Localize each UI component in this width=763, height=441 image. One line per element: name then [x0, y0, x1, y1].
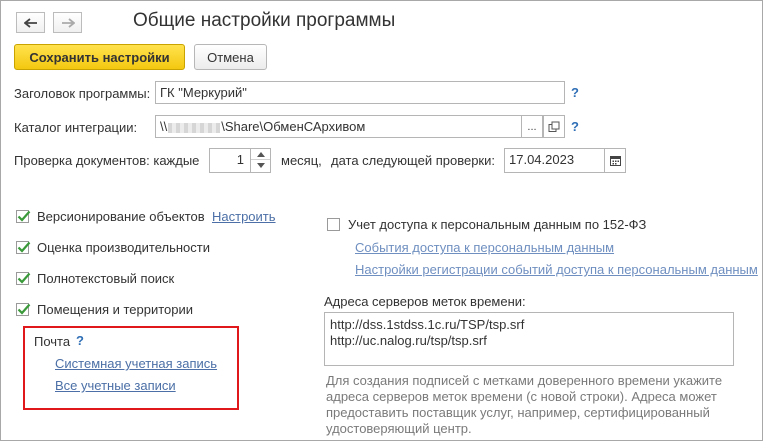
- chevron-up-icon: [256, 151, 265, 157]
- catalog-path-redacted: [168, 122, 221, 133]
- versioning-configure-link[interactable]: Настроить: [212, 209, 276, 224]
- system-account-link[interactable]: Системная учетная запись: [55, 356, 217, 371]
- doc-check-interval-input[interactable]: 1: [209, 148, 251, 173]
- integration-catalog-label: Каталог интеграции:: [14, 120, 138, 135]
- performance-label: Оценка производительности: [37, 240, 210, 255]
- premises-label: Помещения и территории: [37, 302, 194, 317]
- program-title-help[interactable]: ?: [571, 85, 579, 100]
- premises-checkbox[interactable]: [16, 303, 31, 316]
- save-settings-button[interactable]: Сохранить настройки: [14, 44, 185, 70]
- page-title: Общие настройки программы: [133, 10, 396, 31]
- timestamp-server-line: http://uc.nalog.ru/tsp/tsp.srf: [330, 333, 487, 348]
- catalog-select-button[interactable]: ...: [521, 115, 543, 138]
- checkmark-icon: [17, 303, 31, 315]
- catalog-path-prefix: \\: [160, 119, 168, 134]
- calendar-button[interactable]: [604, 148, 626, 173]
- personal-data-checkbox[interactable]: [327, 218, 340, 231]
- fulltext-search-label: Полнотекстовый поиск: [37, 271, 175, 286]
- doc-check-unit: месяц,: [281, 153, 322, 168]
- timestamp-hint: Для создания подписей с метками доверенн…: [326, 373, 723, 436]
- cancel-button[interactable]: Отмена: [194, 44, 267, 70]
- program-title-input[interactable]: ГК "Меркурий": [155, 81, 565, 104]
- performance-checkbox[interactable]: [16, 241, 31, 254]
- spin-up-button[interactable]: [251, 149, 270, 160]
- checkmark-icon: [17, 272, 31, 284]
- mail-help[interactable]: ?: [76, 333, 84, 348]
- open-window-icon: [548, 121, 560, 132]
- interval-spinner[interactable]: [250, 148, 271, 173]
- doc-check-label: Проверка документов: каждые: [14, 153, 200, 168]
- calendar-icon: [609, 156, 621, 166]
- personal-data-events-link[interactable]: События доступа к персональным данным: [355, 240, 614, 255]
- timestamp-servers-textarea[interactable]: http://dss.1stdss.1c.ru/TSP/tsp.srf http…: [324, 312, 734, 366]
- personal-data-settings-link[interactable]: Настройки регистрации событий доступа к …: [355, 262, 758, 277]
- all-accounts-link[interactable]: Все учетные записи: [55, 378, 176, 393]
- timestamp-servers-label: Адреса серверов меток времени:: [324, 294, 526, 309]
- forward-button[interactable]: [53, 12, 82, 33]
- spin-down-button[interactable]: [251, 160, 270, 171]
- integration-catalog-input[interactable]: \\ \Share\ОбменСАрхивом: [155, 115, 522, 138]
- next-check-label: дата следующей проверки:: [331, 153, 495, 168]
- back-button[interactable]: [16, 12, 45, 33]
- arrow-right-icon: [61, 17, 75, 28]
- chevron-down-icon: [256, 163, 265, 168]
- mail-label: Почта: [34, 334, 71, 349]
- timestamp-server-line: http://dss.1stdss.1c.ru/TSP/tsp.srf: [330, 317, 525, 332]
- fulltext-search-checkbox[interactable]: [16, 272, 31, 285]
- next-check-date-input[interactable]: 17.04.2023: [504, 148, 605, 173]
- checkmark-icon: [17, 241, 31, 253]
- program-title-label: Заголовок программы:: [14, 86, 151, 101]
- integration-catalog-help[interactable]: ?: [571, 119, 579, 134]
- personal-data-label: Учет доступа к персональным данным по 15…: [348, 217, 647, 232]
- checkmark-icon: [17, 210, 31, 222]
- versioning-checkbox[interactable]: [16, 210, 31, 223]
- catalog-open-button[interactable]: [543, 115, 565, 138]
- versioning-label: Версионирование объектов: [37, 209, 205, 224]
- arrow-left-icon: [23, 17, 37, 28]
- catalog-path-suffix: \Share\ОбменСАрхивом: [221, 119, 366, 134]
